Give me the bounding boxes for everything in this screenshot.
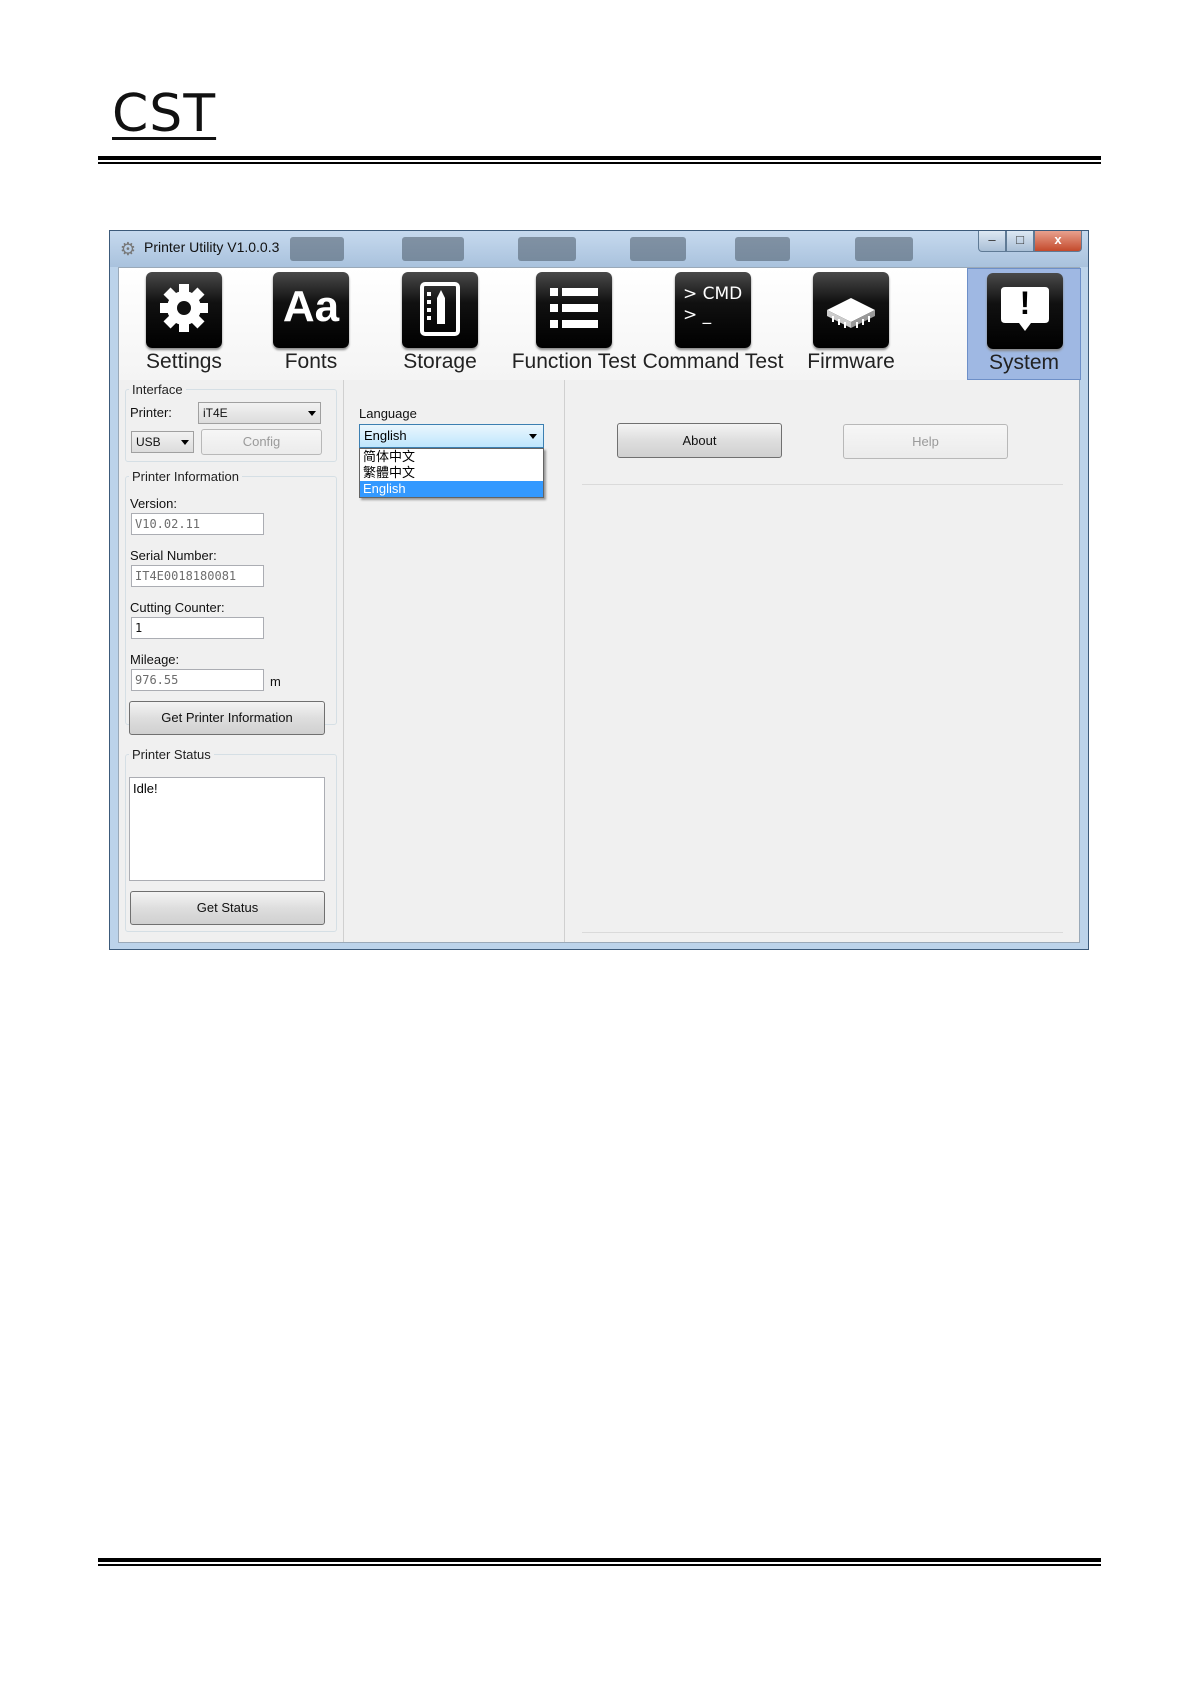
tab-storage-label: Storage	[403, 350, 477, 373]
header-rule	[98, 156, 1101, 164]
get-printer-information-button[interactable]: Get Printer Information	[129, 701, 325, 735]
help-button[interactable]: Help	[843, 424, 1008, 459]
tab-command-test-label: Command Test	[642, 350, 784, 373]
exclamation-glyph: !	[1019, 285, 1031, 321]
printer-label: Printer:	[130, 405, 172, 420]
maximize-icon[interactable]: □	[1006, 231, 1034, 252]
tab-settings[interactable]: Settings	[119, 268, 249, 380]
close-icon[interactable]: x	[1034, 231, 1082, 252]
bottom-divider	[582, 932, 1063, 933]
printer-select[interactable]: iT4E	[198, 402, 321, 424]
language-column: Language English 简体中文 繁體中文 English	[343, 380, 565, 942]
language-option-english[interactable]: English	[360, 481, 543, 497]
mileage-label: Mileage:	[130, 652, 180, 667]
gear-icon	[146, 272, 222, 348]
footer-rule	[98, 1558, 1101, 1566]
language-select[interactable]: English	[359, 424, 544, 448]
list-icon	[536, 272, 612, 348]
client-area: Settings Aa Fonts Storage Function Test …	[118, 267, 1081, 943]
config-button[interactable]: Config	[201, 429, 322, 455]
chevron-down-icon	[529, 434, 537, 439]
tab-fonts-label: Fonts	[284, 350, 338, 373]
app-window: ⚙ Printer Utility V1.0.0.3 – □ x Setting…	[109, 230, 1089, 950]
port-select[interactable]: USB	[131, 431, 194, 453]
version-field[interactable]: V10.02.11	[131, 513, 264, 535]
tab-settings-label: Settings	[146, 350, 222, 373]
language-select-value: English	[364, 428, 407, 443]
printer-info-legend: Printer Information	[132, 469, 239, 484]
tab-function-test[interactable]: Function Test	[507, 268, 641, 380]
exclamation-icon: !	[987, 273, 1063, 349]
language-option-simplified-chinese[interactable]: 简体中文	[360, 449, 543, 465]
cmd-line-2: > _	[683, 305, 712, 325]
printer-status-textarea[interactable]: Idle!	[129, 777, 325, 881]
app-icon: ⚙	[119, 239, 137, 259]
storage-drive-icon	[402, 272, 478, 348]
top-divider	[582, 484, 1063, 485]
interface-legend: Interface	[132, 382, 183, 397]
left-panel: Interface Printer: iT4E USB Config Print…	[119, 380, 344, 942]
document-logo: CST	[112, 84, 217, 144]
minimize-icon[interactable]: –	[978, 231, 1006, 252]
mileage-field[interactable]: 976.55	[131, 669, 264, 691]
printer-status-legend: Printer Status	[132, 747, 211, 762]
chevron-down-icon	[308, 411, 316, 416]
printer-status-text: Idle!	[133, 781, 158, 796]
tab-firmware[interactable]: Firmware	[785, 268, 917, 380]
cutting-counter-field[interactable]: 1	[131, 617, 264, 639]
serial-number-label: Serial Number:	[130, 548, 217, 563]
serial-number-field[interactable]: IT4E0018180081	[131, 565, 264, 587]
cmd-line-1: > CMD	[683, 284, 743, 304]
tab-system[interactable]: ! System	[967, 268, 1081, 380]
tab-command-test[interactable]: > CMD > _ Command Test	[641, 268, 785, 380]
about-button[interactable]: About	[617, 423, 782, 458]
main-toolbar: Settings Aa Fonts Storage Function Test …	[119, 268, 1081, 380]
version-label: Version:	[130, 496, 177, 511]
mileage-unit: m	[270, 674, 281, 689]
tab-fonts[interactable]: Aa Fonts	[249, 268, 373, 380]
font-aa-icon: Aa	[273, 272, 349, 348]
command-prompt-icon: > CMD > _	[675, 272, 751, 348]
tab-function-test-label: Function Test	[511, 350, 637, 373]
language-option-traditional-chinese[interactable]: 繁體中文	[360, 465, 543, 481]
title-bar[interactable]: ⚙ Printer Utility V1.0.0.3 – □ x	[110, 231, 1088, 267]
language-label: Language	[359, 406, 417, 421]
font-aa-glyph: Aa	[282, 282, 340, 331]
port-select-value: USB	[136, 435, 161, 449]
system-panel: About Help	[564, 380, 1079, 942]
chip-icon	[813, 272, 889, 348]
tab-firmware-label: Firmware	[807, 350, 895, 373]
get-status-button[interactable]: Get Status	[130, 891, 325, 925]
tab-system-label: System	[988, 351, 1059, 374]
printer-select-value: iT4E	[203, 406, 228, 420]
tab-storage[interactable]: Storage	[373, 268, 507, 380]
chevron-down-icon	[181, 440, 189, 445]
window-title: Printer Utility V1.0.0.3	[144, 239, 280, 255]
cutting-counter-label: Cutting Counter:	[130, 600, 225, 615]
language-dropdown-list: 简体中文 繁體中文 English	[359, 448, 544, 498]
